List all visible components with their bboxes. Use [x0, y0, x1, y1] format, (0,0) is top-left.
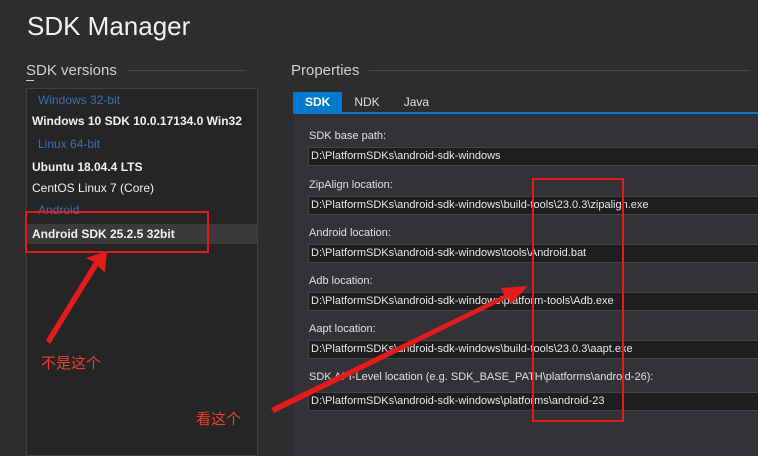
annotation-text-look-this: 看这个: [196, 411, 242, 428]
arrow-shape: [46, 251, 107, 344]
annotation-arrows: [46, 251, 528, 413]
annotation-text-not-this: 不是这个: [41, 355, 102, 372]
arrow-shape: [271, 286, 528, 413]
